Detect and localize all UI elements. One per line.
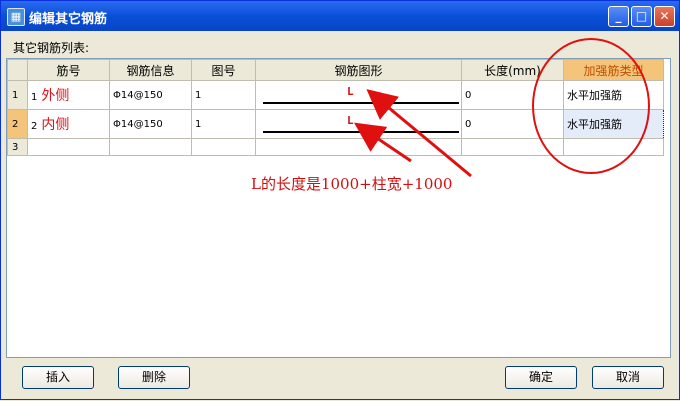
shape-cell[interactable]: [255, 138, 462, 156]
close-icon[interactable]: ✕: [654, 6, 675, 27]
bar-no-cell[interactable]: 1 外侧: [27, 80, 110, 110]
bar-no-cell[interactable]: 2 内侧: [27, 109, 110, 139]
list-label: 其它钢筋列表:: [13, 41, 90, 55]
title-bar[interactable]: ▦ 编辑其它钢筋 _ □ ✕: [1, 1, 679, 31]
header-info[interactable]: 钢筋信息: [109, 59, 192, 81]
fig-cell[interactable]: 1: [191, 80, 256, 110]
shape-line: [263, 131, 459, 133]
shape-cell[interactable]: L: [255, 109, 462, 139]
row-number[interactable]: 3: [7, 138, 28, 156]
bar-no: 1: [31, 92, 38, 103]
insert-button[interactable]: 插入: [22, 366, 94, 389]
app-icon: ▦: [7, 8, 25, 26]
length-note: L的长度是1000+柱宽+1000: [251, 175, 453, 193]
fig-cell[interactable]: [191, 138, 256, 156]
header-shape[interactable]: 钢筋图形: [255, 59, 462, 81]
annotation-ellipse: [532, 38, 650, 174]
cancel-button[interactable]: 取消: [592, 366, 664, 389]
bar-no: 2: [31, 121, 38, 132]
bar-no-cell[interactable]: [27, 138, 110, 156]
fig-cell[interactable]: 1: [191, 109, 256, 139]
minimize-icon[interactable]: _: [608, 6, 629, 27]
info-cell[interactable]: [109, 138, 192, 156]
info-cell[interactable]: Φ14@150: [109, 109, 192, 139]
shape-letter: L: [347, 114, 354, 127]
header-bar-no[interactable]: 筋号: [27, 59, 110, 81]
header-rownum: [7, 59, 28, 81]
window-title: 编辑其它钢筋: [29, 12, 108, 27]
dialog-window: ▦ 编辑其它钢筋 _ □ ✕ 其它钢筋列表: 筋号 钢筋信息 图号 钢筋图形 长…: [0, 0, 680, 400]
row-number[interactable]: 2: [7, 109, 28, 139]
shape-cell[interactable]: L: [255, 80, 462, 110]
header-fig[interactable]: 图号: [191, 59, 256, 81]
info-cell[interactable]: Φ14@150: [109, 80, 192, 110]
annotation-text: 外侧: [41, 88, 70, 104]
shape-line: [263, 102, 459, 104]
annotation-text: 内侧: [41, 117, 70, 133]
delete-button[interactable]: 删除: [118, 366, 190, 389]
ok-button[interactable]: 确定: [505, 366, 577, 389]
maximize-icon[interactable]: □: [631, 6, 652, 27]
shape-letter: L: [347, 85, 354, 98]
row-number[interactable]: 1: [7, 80, 28, 110]
